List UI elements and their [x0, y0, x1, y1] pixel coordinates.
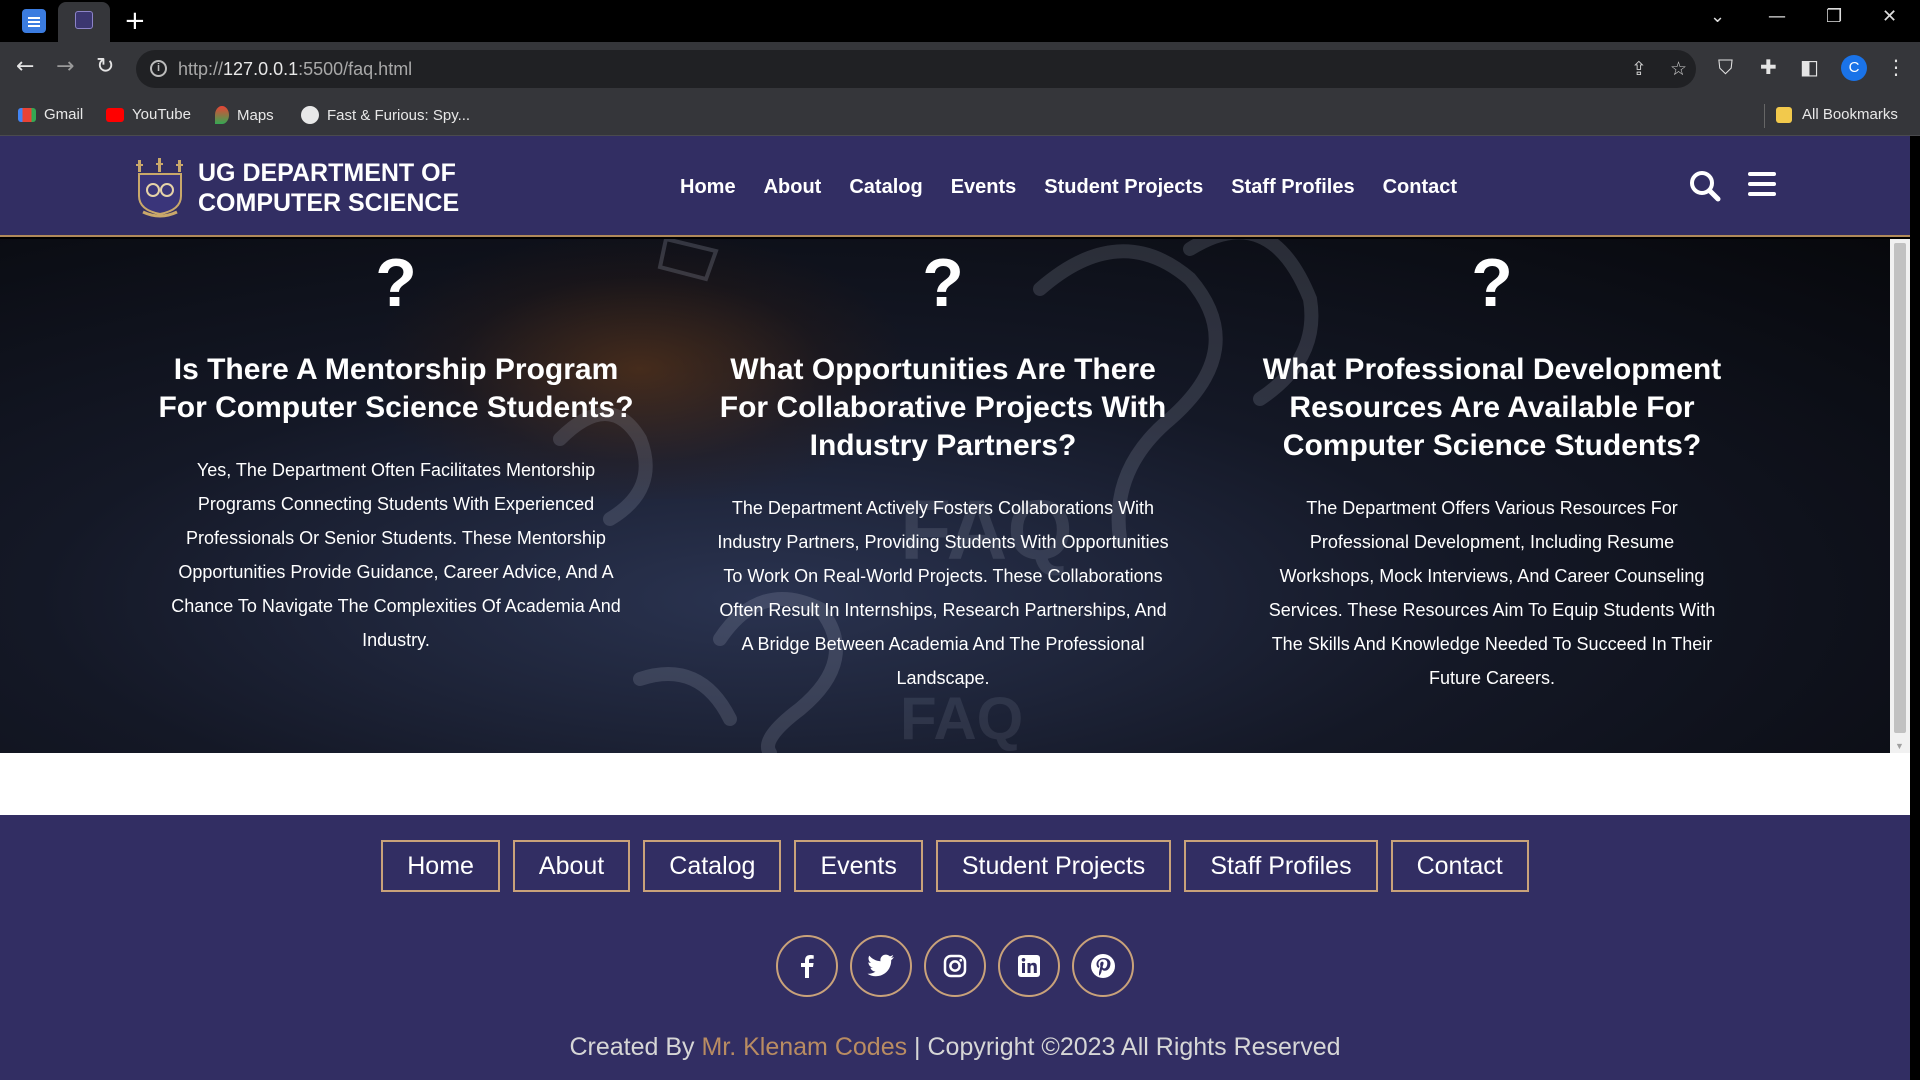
bookmark-youtube[interactable]: YouTube: [106, 106, 191, 123]
nav-contact[interactable]: Contact: [1383, 176, 1457, 199]
footer-nav-student-projects[interactable]: Student Projects: [935, 840, 1172, 892]
profile-avatar[interactable]: C: [1841, 55, 1867, 81]
site-header: UG DEPARTMENT OF COMPUTER SCIENCE Home A…: [0, 136, 1910, 237]
twitter-button[interactable]: [850, 935, 912, 997]
instagram-button[interactable]: [924, 935, 986, 997]
main-nav: Home About Catalog Events Student Projec…: [680, 176, 1485, 199]
active-tab[interactable]: [58, 2, 110, 42]
faq-section: FAQ FAQ ? Is There A Mentorship Program …: [0, 239, 1890, 753]
tab-list-chevron-icon[interactable]: ⌄: [1710, 6, 1725, 27]
footer-nav: Home About Catalog Events Student Projec…: [0, 840, 1910, 892]
tab-favicon-icon: [75, 11, 93, 29]
tab-search-icon[interactable]: [22, 9, 46, 33]
search-icon[interactable]: [1689, 170, 1721, 202]
footer-nav-staff-profiles[interactable]: Staff Profiles: [1184, 840, 1378, 892]
site-brand[interactable]: UG DEPARTMENT OF COMPUTER SCIENCE: [198, 158, 459, 218]
copyright-text: Created By Mr. Klenam Codes | Copyright …: [0, 1033, 1910, 1062]
nav-home[interactable]: Home: [680, 176, 736, 199]
address-bar[interactable]: i http://127.0.0.1:5500/faq.html ⇪ ☆: [136, 50, 1696, 88]
all-bookmarks-label: All Bookmarks: [1802, 106, 1898, 123]
globe-icon: [301, 106, 319, 124]
faq-item: ? What Professional Development Resource…: [1252, 239, 1732, 695]
bookmark-label: Fast & Furious: Spy...: [327, 106, 471, 124]
bookmark-label: YouTube: [132, 106, 191, 123]
faq-item: ? Is There A Mentorship Program For Comp…: [156, 239, 636, 657]
faq-answer: The Department Actively Fosters Collabor…: [717, 498, 1169, 688]
site-info-icon[interactable]: i: [150, 60, 167, 77]
pinterest-button[interactable]: [1072, 935, 1134, 997]
url-text[interactable]: http://127.0.0.1:5500/faq.html: [178, 59, 412, 80]
faq-answer: Yes, The Department Often Facilitates Me…: [171, 460, 621, 650]
share-icon[interactable]: ⇪: [1631, 58, 1647, 80]
linkedin-icon: [1018, 955, 1040, 977]
question-mark-icon: ?: [375, 245, 417, 321]
page-scrollbar[interactable]: ▼: [1890, 239, 1910, 753]
youtube-icon: [106, 107, 124, 122]
forward-icon[interactable]: →: [56, 54, 74, 79]
window-edge: [1910, 136, 1920, 1080]
brand-line-2: COMPUTER SCIENCE: [198, 189, 460, 217]
close-window-icon[interactable]: ✕: [1882, 6, 1897, 27]
all-bookmarks-button[interactable]: All Bookmarks: [1776, 106, 1898, 123]
svg-text:FAQ: FAQ: [900, 685, 1023, 752]
department-crest-logo[interactable]: [133, 156, 187, 218]
faq-question: Is There A Mentorship Program For Comput…: [158, 353, 634, 424]
page-spacer: [0, 753, 1910, 815]
faq-item: ? What Opportunities Are There For Colla…: [703, 239, 1183, 695]
minimize-icon[interactable]: —: [1768, 6, 1786, 27]
question-mark-icon: ?: [922, 245, 964, 321]
footer-nav-about[interactable]: About: [512, 840, 631, 892]
bookmark-gmail[interactable]: Gmail: [18, 106, 83, 123]
facebook-icon: [801, 955, 814, 978]
faq-answer: The Department Offers Various Resources …: [1268, 498, 1716, 688]
twitter-icon: [867, 954, 894, 977]
footer-nav-catalog[interactable]: Catalog: [643, 840, 782, 892]
bookmark-label: Gmail: [44, 106, 84, 123]
hamburger-menu-icon[interactable]: [1748, 172, 1776, 198]
browser-menu-icon[interactable]: ⋮: [1886, 55, 1906, 79]
reload-icon[interactable]: ↻: [96, 54, 114, 79]
created-by-label: Created By: [569, 1033, 695, 1061]
shield-extension-icon[interactable]: ⛉: [1718, 55, 1733, 79]
nav-about[interactable]: About: [764, 176, 822, 199]
bookmark-maps[interactable]: Maps: [215, 106, 274, 124]
faq-question: What Opportunities Are There For Collabo…: [719, 353, 1167, 462]
folder-icon: [1776, 106, 1792, 123]
bookmarks-divider: [1764, 104, 1765, 128]
nav-events[interactable]: Events: [951, 176, 1017, 199]
bookmark-label: Maps: [237, 106, 274, 124]
gmail-icon: [18, 107, 36, 122]
new-tab-button[interactable]: +: [124, 7, 146, 35]
bookmark-fast-furious[interactable]: Fast & Furious: Spy...: [301, 106, 470, 124]
question-mark-icon: ?: [1471, 245, 1513, 321]
restore-icon[interactable]: ❐: [1826, 6, 1842, 27]
linkedin-button[interactable]: [998, 935, 1060, 997]
nav-staff-profiles[interactable]: Staff Profiles: [1231, 176, 1354, 199]
bookmarks-bar: Gmail YouTube Maps Fast & Furious: Spy..…: [0, 96, 1920, 136]
browser-toolbar: ← → ↻ i http://127.0.0.1:5500/faq.html ⇪…: [0, 42, 1920, 96]
faq-question: What Professional Development Resources …: [1262, 353, 1722, 462]
bookmark-star-icon[interactable]: ☆: [1670, 58, 1687, 80]
side-panel-icon[interactable]: ◧: [1800, 55, 1819, 79]
site-footer: Home About Catalog Events Student Projec…: [0, 815, 1910, 1080]
author-link[interactable]: Mr. Klenam Codes: [701, 1033, 907, 1061]
facebook-button[interactable]: [776, 935, 838, 997]
maps-icon: [215, 106, 229, 124]
screen: + ⌄ — ❐ ✕ ← → ↻ i http://127.0.0.1:5500/…: [0, 0, 1920, 1080]
copyright-label: | Copyright ©2023 All Rights Reserved: [914, 1033, 1341, 1061]
pinterest-icon: [1091, 954, 1115, 978]
brand-line-1: UG DEPARTMENT OF: [198, 159, 456, 187]
scroll-down-arrow-icon[interactable]: ▼: [1895, 741, 1904, 751]
instagram-icon: [943, 954, 967, 978]
extensions-puzzle-icon[interactable]: ✚: [1760, 55, 1777, 79]
nav-catalog[interactable]: Catalog: [849, 176, 922, 199]
footer-nav-events[interactable]: Events: [794, 840, 923, 892]
nav-student-projects[interactable]: Student Projects: [1044, 176, 1203, 199]
footer-nav-home[interactable]: Home: [381, 840, 500, 892]
footer-nav-contact[interactable]: Contact: [1390, 840, 1529, 892]
scrollbar-thumb[interactable]: [1894, 243, 1906, 733]
social-links: [0, 935, 1910, 997]
back-icon[interactable]: ←: [16, 54, 34, 79]
tab-bar: + ⌄ — ❐ ✕: [0, 0, 1920, 42]
